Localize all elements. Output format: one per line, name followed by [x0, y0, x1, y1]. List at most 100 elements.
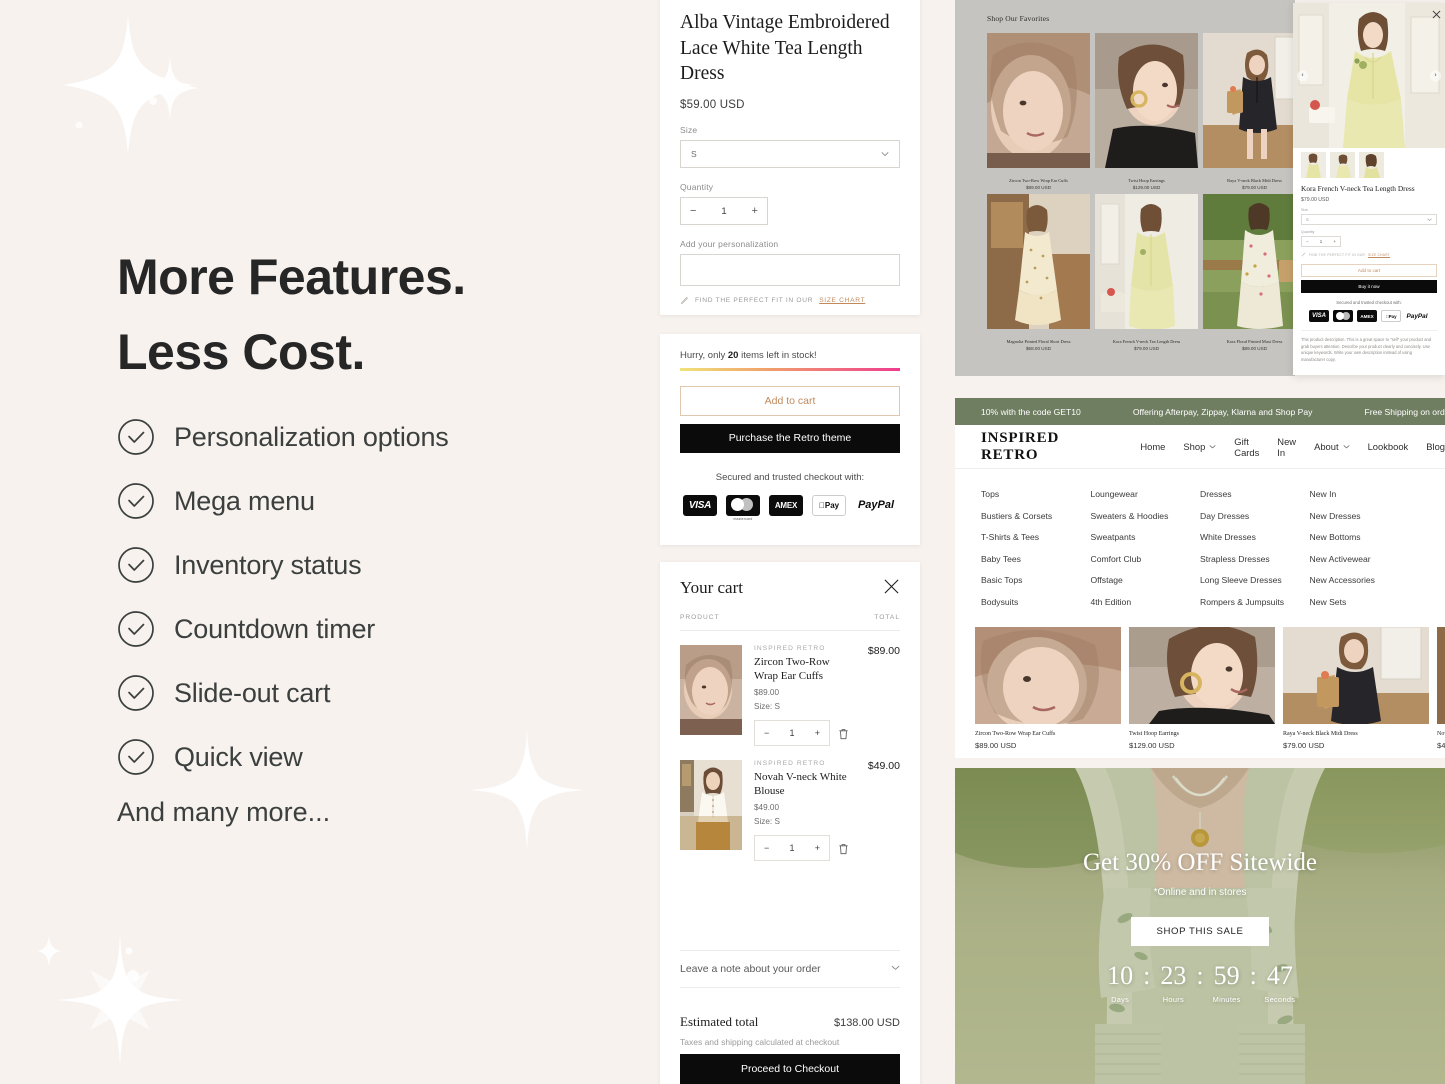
countdown-hours-value: 23	[1160, 960, 1187, 990]
mega-menu-item[interactable]: Comfort Club	[1091, 554, 1201, 564]
sparkle-large-icon	[55, 935, 185, 1065]
favorites-card[interactable]: Raya V-neck Black Midi Dress $79.00 USD	[1203, 33, 1306, 190]
favorites-card[interactable]: Twist Hoop Earrings $129.00 USD	[1095, 33, 1198, 190]
mega-menu-item[interactable]: Long Sleeve Dresses	[1200, 575, 1310, 585]
estimated-total-row: Estimated total $138.00 USD	[680, 1014, 900, 1030]
favorites-card[interactable]: Zircon Two-Row Wrap Ear Cuffs $89.00 USD	[987, 33, 1090, 190]
mega-menu-item[interactable]: 4th Edition	[1091, 597, 1201, 607]
feature-label: Quick view	[174, 741, 303, 772]
mega-menu-item[interactable]: Tops	[981, 489, 1091, 499]
product-thumbnail[interactable]	[680, 760, 742, 851]
mega-menu-item[interactable]: Dresses	[1200, 489, 1310, 499]
product-thumbnail[interactable]	[680, 645, 742, 735]
shop-this-sale-button[interactable]: SHOP THIS SALE	[1130, 916, 1270, 946]
trash-icon[interactable]	[838, 842, 849, 855]
quick-view-thumbnails	[1293, 148, 1445, 178]
carousel-prev-button[interactable]: ‹	[1297, 70, 1308, 81]
mega-menu-item[interactable]: Baby Tees	[981, 554, 1091, 564]
mega-menu-column-new-in: New In New Dresses New Bottoms New Activ…	[1310, 489, 1420, 618]
size-chart-link[interactable]: SIZE CHART	[819, 297, 865, 304]
mega-menu-item[interactable]: New In	[1310, 489, 1420, 499]
quick-view-buy-now-button[interactable]: Buy it now	[1301, 280, 1437, 293]
cart-quantity-stepper[interactable]: − 1 +	[754, 835, 830, 862]
size-select[interactable]: S	[680, 140, 900, 169]
cart-quantity-stepper[interactable]: − 1 +	[754, 720, 830, 747]
quick-view-quantity-increase-button[interactable]: +	[1333, 239, 1336, 244]
quick-view-add-to-cart-button[interactable]: Add to cart	[1301, 264, 1437, 277]
featured-product-name: Twist Hoop Earrings	[1129, 731, 1179, 737]
featured-product-card[interactable]: Zircon Two-Row Wrap Ear Cuffs $89.00 USD	[975, 627, 1121, 750]
mega-menu-item[interactable]: Rompers & Jumpsuits	[1200, 597, 1310, 607]
cart-quantity-decrease-button[interactable]: −	[764, 843, 769, 853]
favorites-card[interactable]: Kora Floral Printed Maxi Dress $89.00 US…	[1203, 194, 1306, 351]
cart-quantity-decrease-button[interactable]: −	[764, 728, 769, 738]
mega-menu-item[interactable]: New Sets	[1310, 597, 1420, 607]
favorites-product-name: Magnolia Printed Floral Short Dress	[1006, 339, 1071, 344]
proceed-to-checkout-button[interactable]: Proceed to Checkout	[680, 1054, 900, 1084]
product-image	[1095, 194, 1198, 330]
featured-product-card[interactable]: Raya V-neck Black Midi Dress $79.00 USD	[1283, 627, 1429, 750]
thumbnail-2[interactable]	[1330, 152, 1355, 178]
feature-label: Inventory status	[174, 549, 362, 580]
check-circle-icon	[117, 674, 155, 712]
chevron-down-icon	[891, 963, 900, 975]
sale-subheading: *Online and in stores	[1153, 886, 1247, 898]
close-icon[interactable]	[883, 578, 900, 595]
mega-menu-item[interactable]: Bustiers & Corsets	[981, 511, 1091, 521]
countdown-separator: :	[1249, 960, 1257, 990]
mega-menu-item[interactable]: Day Dresses	[1200, 511, 1310, 521]
mega-menu-item[interactable]: Sweaters & Hoodies	[1091, 511, 1201, 521]
cart-quantity-increase-button[interactable]: +	[815, 728, 820, 738]
order-note-field[interactable]: Leave a note about your order	[680, 950, 900, 988]
cart-item-variant: Size: S	[754, 702, 780, 712]
add-to-cart-button[interactable]: Add to cart	[680, 385, 900, 416]
quantity-increase-button[interactable]: +	[752, 205, 758, 217]
quick-view-size-chart-link[interactable]: SIZE CHART	[1368, 253, 1390, 257]
thumbnail-3[interactable]	[1359, 152, 1384, 178]
thumbnail-1[interactable]	[1301, 152, 1326, 178]
mega-menu-item[interactable]: Loungewear	[1091, 489, 1201, 499]
brand-logo[interactable]: INSPIRED RETRO	[981, 430, 1104, 464]
personalization-input[interactable]	[680, 254, 900, 287]
paypal-icon: PayPal	[1406, 312, 1428, 320]
favorites-card[interactable]: Kora French V-neck Tea Length Dress $79.…	[1095, 194, 1198, 351]
mega-menu-item[interactable]: Basic Tops	[981, 575, 1091, 585]
mega-menu-item[interactable]: White Dresses	[1200, 532, 1310, 542]
nav-link-lookbook[interactable]: Lookbook	[1368, 441, 1409, 452]
mega-menu-item[interactable]: Bodysuits	[981, 597, 1091, 607]
quantity-decrease-button[interactable]: −	[690, 205, 696, 217]
mega-menu-item[interactable]: Offstage	[1091, 575, 1201, 585]
quantity-stepper[interactable]: − 1 +	[680, 197, 768, 226]
mega-menu-item[interactable]: Strapless Dresses	[1200, 554, 1310, 564]
trash-icon[interactable]	[838, 727, 849, 740]
mega-menu-item[interactable]: New Accessories	[1310, 575, 1420, 585]
countdown-seconds-label: Seconds	[1264, 994, 1296, 1004]
mega-menu-item[interactable]: New Bottoms	[1310, 532, 1420, 542]
quick-view-size-select[interactable]: S	[1301, 214, 1437, 225]
quick-view-quantity-decrease-button[interactable]: −	[1306, 239, 1309, 244]
nav-link-gift-cards[interactable]: Gift Cards	[1234, 436, 1259, 458]
nav-link-new-in[interactable]: New In	[1277, 436, 1296, 458]
nav-link-home[interactable]: Home	[1140, 441, 1165, 452]
favorites-card[interactable]: Magnolia Printed Floral Short Dress $68.…	[987, 194, 1090, 351]
featured-product-card[interactable]: Twist Hoop Earrings $129.00 USD	[1129, 627, 1275, 750]
nav-link-about[interactable]: About	[1314, 441, 1350, 452]
mega-menu-item[interactable]: T-Shirts & Tees	[981, 532, 1091, 542]
mega-menu-item[interactable]: Sweatpants	[1091, 532, 1201, 542]
cart-item-name[interactable]: Zircon Two-Row Wrap Ear Cuffs	[754, 655, 850, 683]
mega-menu-item[interactable]: New Activewear	[1310, 554, 1420, 564]
carousel-next-button[interactable]: ›	[1430, 70, 1441, 81]
cart-quantity-increase-button[interactable]: +	[815, 843, 820, 853]
chevron-down-icon	[881, 150, 889, 158]
cart-item-name[interactable]: Novah V-neck White Blouse	[754, 770, 850, 798]
quick-view-quantity-stepper[interactable]: − 1 +	[1301, 236, 1341, 247]
cart-item-total: $89.00	[867, 645, 900, 657]
nav-link-shop[interactable]: Shop	[1183, 441, 1216, 452]
quick-view-description: This product description. This is a grea…	[1301, 330, 1437, 363]
mega-menu-item[interactable]: New Dresses	[1310, 511, 1420, 521]
purchase-theme-button[interactable]: Purchase the Retro theme	[680, 423, 900, 453]
close-icon[interactable]	[1432, 6, 1441, 19]
featured-product-card[interactable]: Novah V-n $49.00 U	[1437, 627, 1445, 750]
favorites-product-price: $89.00 USD	[1025, 185, 1052, 190]
nav-link-blog[interactable]: Blog	[1426, 441, 1445, 452]
